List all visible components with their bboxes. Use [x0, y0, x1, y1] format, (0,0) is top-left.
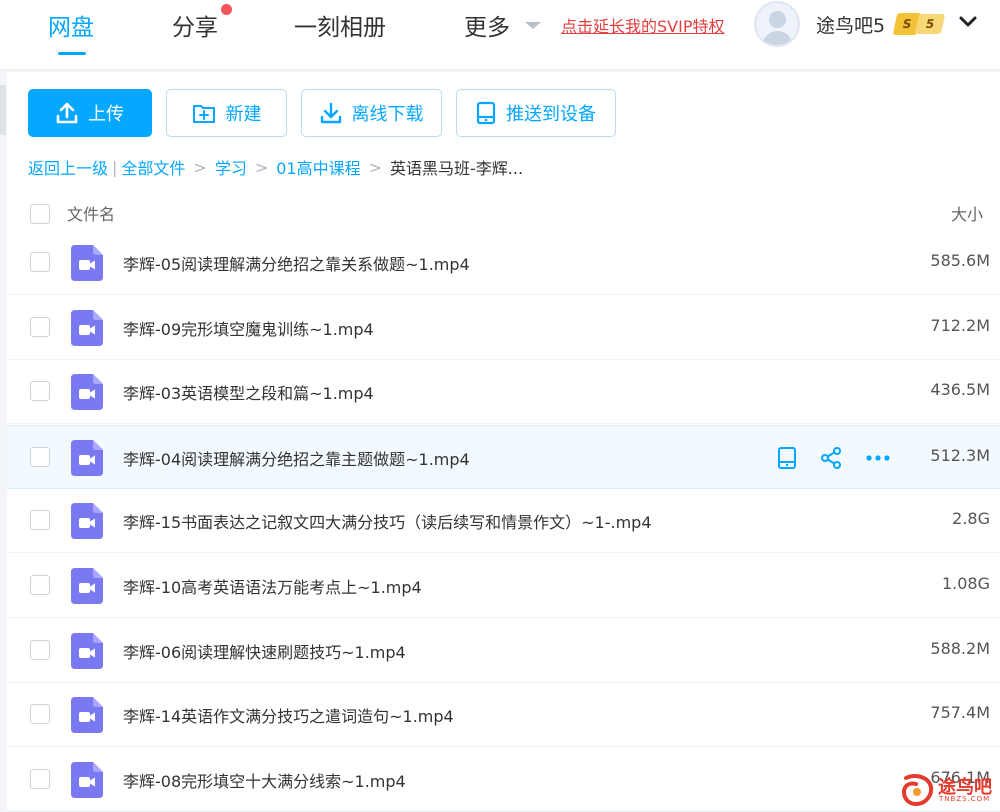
- file-size: 757.4M: [930, 703, 990, 723]
- video-file-icon: [71, 309, 103, 346]
- more-dropdown-icon[interactable]: [525, 22, 541, 29]
- share-icon[interactable]: [819, 446, 843, 470]
- notification-dot: [221, 4, 232, 15]
- sidebar-edge: [0, 85, 6, 135]
- row-checkbox[interactable]: [30, 704, 50, 725]
- tab-share[interactable]: 分享: [172, 8, 218, 42]
- file-row[interactable]: 李辉-08完形填空十大满分线索~1.mp4 676.1M: [7, 748, 1000, 812]
- file-row[interactable]: 李辉-15书面表达之记叙文四大满分技巧（读后续写和情景作文）~1-.mp4 2.8…: [7, 489, 1000, 554]
- file-size: 512.3M: [930, 445, 990, 465]
- push-to-device-button[interactable]: 推送到设备: [456, 89, 616, 137]
- file-size: 588.2M: [930, 638, 990, 658]
- file-size: 436.5M: [930, 380, 990, 400]
- breadcrumb-current: 英语黑马班-李辉...: [390, 159, 524, 178]
- breadcrumb-back-link[interactable]: 返回上一级: [28, 155, 108, 179]
- file-row[interactable]: 李辉-06阅读理解快速刷题技巧~1.mp4 588.2M: [7, 619, 1000, 683]
- file-row[interactable]: 李辉-03英语模型之段和篇~1.mp4 436.5M: [7, 360, 1000, 425]
- tab-moments-album[interactable]: 一刻相册: [294, 8, 386, 42]
- video-file-icon: [71, 503, 103, 540]
- upload-button[interactable]: 上传: [28, 89, 152, 137]
- push-device-icon[interactable]: [777, 446, 797, 470]
- file-name[interactable]: 李辉-10高考英语语法万能考点上~1.mp4: [123, 574, 422, 598]
- active-tab-indicator: [58, 52, 86, 55]
- column-header-filename[interactable]: 文件名: [67, 201, 115, 225]
- avatar[interactable]: [754, 1, 800, 47]
- file-row[interactable]: 李辉-09完形填空魔鬼训练~1.mp4 712.2M: [7, 296, 1000, 360]
- offline-download-label: 离线下载: [351, 104, 424, 125]
- new-folder-icon: [192, 105, 215, 123]
- avatar-head-shape: [769, 11, 786, 28]
- file-name[interactable]: 李辉-09完形填空魔鬼训练~1.mp4: [123, 316, 374, 340]
- file-row[interactable]: 李辉-14英语作文满分技巧之遣词造句~1.mp4 757.4M: [7, 683, 1000, 748]
- new-folder-button[interactable]: 新建: [166, 89, 287, 137]
- row-checkbox[interactable]: [30, 252, 50, 272]
- watermark-subtext: TNBZS.COM: [939, 795, 991, 803]
- new-label: 新建: [225, 104, 262, 125]
- file-name[interactable]: 李辉-14英语作文满分技巧之遣词造句~1.mp4: [123, 703, 454, 727]
- file-name[interactable]: 李辉-15书面表达之记叙文四大满分技巧（读后续写和情景作文）~1-.mp4: [123, 509, 652, 533]
- file-panel: 上传 新建 离线下载 推送到设备 返回上一级 | 全部文件 > 学习 > 01高…: [7, 72, 1000, 812]
- more-icon[interactable]: [865, 446, 891, 470]
- row-checkbox[interactable]: [30, 316, 50, 337]
- file-row[interactable]: 李辉-04阅读理解满分绝招之靠主题做题~1.mp4 512.3M: [7, 424, 1000, 489]
- file-size: 585.6M: [930, 251, 990, 270]
- avatar-body-shape: [762, 31, 793, 45]
- file-size: 2.8G: [952, 509, 990, 529]
- push-to-device-label: 推送到设备: [506, 104, 596, 125]
- video-file-icon: [71, 374, 103, 411]
- username[interactable]: 途鸟吧5: [816, 11, 885, 38]
- vip-level-badge: 5: [914, 14, 946, 34]
- offline-download-button[interactable]: 离线下载: [301, 89, 442, 137]
- video-file-icon: [71, 697, 103, 734]
- file-name[interactable]: 李辉-03英语模型之段和篇~1.mp4: [123, 380, 374, 404]
- file-size: 712.2M: [930, 315, 990, 335]
- breadcrumb-item-all-files[interactable]: 全部文件: [121, 155, 185, 179]
- watermark-logo-icon: [901, 774, 933, 807]
- user-menu-chevron-icon[interactable]: [958, 12, 978, 32]
- breadcrumb-separator: >: [368, 157, 383, 177]
- tab-more[interactable]: 更多: [464, 8, 510, 42]
- breadcrumb-separator: >: [254, 157, 269, 177]
- download-icon: [320, 102, 341, 124]
- select-all-checkbox[interactable]: [30, 204, 50, 224]
- video-file-icon: [71, 245, 103, 281]
- video-file-icon: [71, 439, 103, 476]
- row-checkbox[interactable]: [30, 768, 50, 789]
- file-row[interactable]: 李辉-05阅读理解满分绝招之靠关系做题~1.mp4 585.6M: [7, 231, 1000, 295]
- file-name[interactable]: 李辉-04阅读理解满分绝招之靠主题做题~1.mp4: [123, 446, 470, 470]
- row-checkbox[interactable]: [30, 639, 50, 660]
- column-header-size[interactable]: 大小: [951, 201, 983, 225]
- upload-label: 上传: [88, 104, 124, 125]
- file-name[interactable]: 李辉-05阅读理解满分绝招之靠关系做题~1.mp4: [123, 251, 470, 275]
- video-file-icon: [71, 632, 103, 669]
- row-checkbox[interactable]: [30, 510, 50, 531]
- breadcrumb-item-high-school[interactable]: 01高中课程: [276, 155, 360, 179]
- video-file-icon: [71, 568, 103, 604]
- row-checkbox[interactable]: [30, 446, 50, 467]
- top-navigation: 网盘 分享 一刻相册 更多 点击延长我的SVIP特权 途鸟吧5 S 5: [0, 0, 1000, 70]
- file-row[interactable]: 李辉-10高考英语语法万能考点上~1.mp4 1.08G: [7, 554, 1000, 618]
- file-size: 1.08G: [941, 574, 990, 593]
- file-name[interactable]: 李辉-06阅读理解快速刷题技巧~1.mp4: [123, 639, 406, 663]
- file-name[interactable]: 李辉-08完形填空十大满分线索~1.mp4: [123, 768, 406, 792]
- breadcrumb-item-study[interactable]: 学习: [215, 155, 247, 179]
- device-icon: [476, 101, 496, 125]
- row-checkbox[interactable]: [30, 381, 50, 402]
- video-file-icon: [71, 761, 103, 798]
- svip-renew-link[interactable]: 点击延长我的SVIP特权: [561, 13, 724, 37]
- upload-icon: [56, 102, 78, 124]
- tab-netdisk[interactable]: 网盘: [48, 8, 94, 42]
- breadcrumb-pipe: |: [112, 157, 118, 177]
- breadcrumb: 返回上一级 | 全部文件 > 学习 > 01高中课程 > 英语黑马班-李辉...: [28, 155, 523, 179]
- breadcrumb-separator: >: [193, 157, 207, 177]
- row-checkbox[interactable]: [30, 575, 50, 595]
- site-watermark: 途鸟吧 TNBZS.COM: [898, 770, 998, 810]
- row-actions: [777, 446, 891, 470]
